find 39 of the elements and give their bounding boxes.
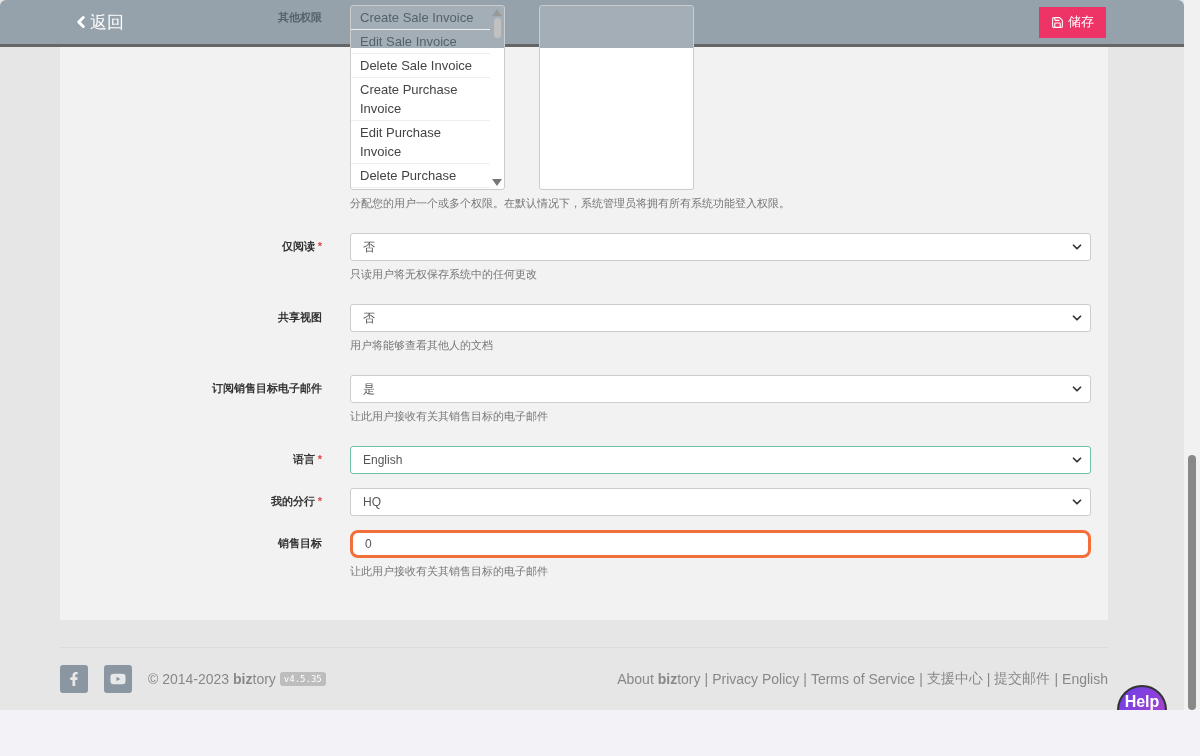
- field-label: 共享视图: [278, 310, 322, 325]
- list-option[interactable]: Delete Purchase: [351, 164, 490, 188]
- version-badge: v4.5.35: [279, 672, 326, 686]
- field-label: 其他权限: [278, 10, 322, 25]
- field-label: 销售目标: [278, 536, 322, 551]
- permission-listbox[interactable]: Create Sale Invoice Edit Sale Invoice Delete Sale Invoice Create Purchase Invoice Edit Purchase Invoice Delete Purchase: [350, 5, 505, 190]
- save-icon: [1051, 15, 1064, 29]
- select-field[interactable]: 否: [350, 304, 1091, 332]
- select-field[interactable]: English: [350, 446, 1091, 474]
- scroll-down-icon[interactable]: [492, 179, 502, 186]
- field-hint: 只读用户将无权保存系统中的任何更改: [350, 267, 538, 282]
- select-field[interactable]: 是: [350, 375, 1091, 403]
- copyright-text: © 2014-2023 biztory: [148, 671, 276, 687]
- save-button[interactable]: 储存: [1039, 6, 1106, 38]
- field-hint: 让此用户接收有关其销售目标的电子邮件: [350, 564, 549, 579]
- scroll-up-icon[interactable]: [492, 9, 502, 16]
- field-hint: 分配您的用户一个或多个权限。在默认情况下，系统管理员将拥有所有系统功能登入权限。: [350, 196, 791, 211]
- select-field[interactable]: 否: [350, 233, 1091, 261]
- selected-listbox[interactable]: [539, 5, 694, 190]
- field-hint: 让此用户接收有关其销售目标的电子邮件: [350, 409, 549, 424]
- select-field[interactable]: HQ: [350, 488, 1091, 516]
- input-field[interactable]: 0: [350, 530, 1091, 558]
- link-separator: |: [803, 671, 807, 687]
- field-label: 语言 *: [292, 452, 322, 467]
- field-hint: 用户将能够查看其他人的文档: [350, 338, 494, 353]
- list-option[interactable]: Edit Purchase Invoice: [351, 121, 490, 164]
- list-option[interactable]: Delete Sale Invoice: [351, 54, 490, 78]
- field-label: 仅阅读 *: [281, 239, 322, 254]
- list-option[interactable]: Create Purchase Invoice: [351, 78, 490, 121]
- field-label: 我的分行 *: [270, 494, 322, 509]
- link-separator: |: [919, 671, 923, 687]
- link-separator: |: [986, 671, 991, 687]
- facebook-icon[interactable]: [60, 665, 88, 693]
- field-label: 订阅销售目标电子邮件: [212, 381, 322, 396]
- link-separator: |: [704, 671, 709, 687]
- link-separator: |: [1054, 671, 1059, 687]
- help-button[interactable]: Help: [1117, 685, 1167, 710]
- scroll-thumb[interactable]: [493, 18, 501, 38]
- youtube-icon[interactable]: [104, 665, 132, 693]
